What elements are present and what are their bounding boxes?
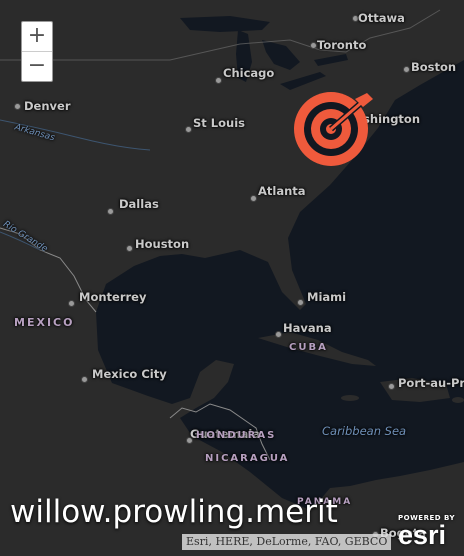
country-label-nicaragua: NICARAGUA: [205, 453, 290, 464]
mexico-city-dot: [81, 376, 88, 383]
toronto-dot: [310, 42, 317, 49]
city-label-mexico-city: Mexico City: [92, 367, 167, 381]
city-label-toronto: Toronto: [317, 38, 367, 52]
map-attribution[interactable]: Esri, HERE, DeLorme, FAO, GEBCO: [182, 534, 392, 550]
city-label-havana: Havana: [283, 321, 332, 335]
north-america-land: [0, 0, 464, 556]
atlanta-dot: [250, 195, 257, 202]
esri-logo[interactable]: POWERED BY esri: [398, 514, 455, 550]
city-label-denver: Denver: [24, 99, 71, 113]
sea-label-caribbean: Caribbean Sea: [322, 424, 407, 438]
city-label-houston: Houston: [135, 237, 190, 251]
map-view[interactable]: Ottawa Toronto Boston Chicago Denver St …: [0, 0, 464, 556]
city-label-chicago: Chicago: [223, 66, 275, 80]
target-icon[interactable]: [287, 89, 377, 169]
city-label-miami: Miami: [307, 290, 347, 304]
esri-wordmark: esri: [398, 520, 447, 550]
zoom-out-button[interactable]: −: [22, 51, 52, 81]
city-label-ottawa: Ottawa: [358, 11, 405, 25]
country-label-cuba: CUBA: [289, 342, 328, 353]
st-louis-dot: [185, 126, 192, 133]
city-label-port-au-prince: Port-au-Pr: [398, 376, 464, 390]
havana-dot: [275, 331, 282, 338]
boston-dot: [403, 66, 410, 73]
dallas-dot: [107, 208, 114, 215]
country-label-honduras: HONDURAS: [196, 430, 277, 441]
country-label-mexico: MEXICO: [14, 316, 75, 329]
miami-dot: [297, 299, 304, 306]
city-label-st-louis: St Louis: [193, 116, 245, 130]
zoom-in-button[interactable]: +: [22, 22, 52, 51]
chicago-dot: [215, 77, 222, 84]
city-label-boston: Boston: [411, 60, 457, 74]
basemap: [0, 0, 464, 556]
city-label-atlanta: Atlanta: [258, 184, 306, 198]
city-label-dallas: Dallas: [119, 197, 159, 211]
houston-dot: [126, 245, 133, 252]
monterrey-dot: [68, 300, 75, 307]
zoom-control: + −: [21, 21, 53, 82]
denver-dot: [14, 103, 21, 110]
port-au-prince-dot: [388, 383, 395, 390]
watermark-text: willow.prowling.merit: [10, 494, 338, 530]
city-label-monterrey: Monterrey: [79, 290, 147, 304]
